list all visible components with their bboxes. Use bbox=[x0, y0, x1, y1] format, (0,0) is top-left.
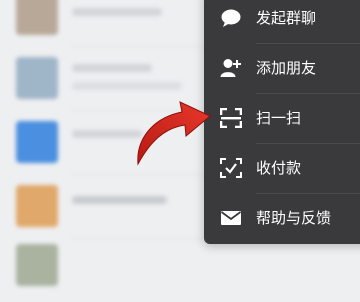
menu-item-receive-payment[interactable]: 收付款 bbox=[204, 143, 360, 193]
avatar bbox=[16, 121, 58, 163]
chat-row[interactable] bbox=[0, 238, 360, 302]
menu-item-start-group-chat[interactable]: 发起群聊 bbox=[204, 0, 360, 43]
mail-icon bbox=[220, 211, 242, 225]
menu-item-label: 扫一扫 bbox=[256, 109, 302, 127]
avatar bbox=[16, 185, 58, 227]
plus-popup-menu: 发起群聊 添加朋友 扫一扫 收付款 帮助与反馈 bbox=[204, 0, 360, 244]
menu-item-scan[interactable]: 扫一扫 bbox=[204, 93, 360, 143]
menu-item-help-feedback[interactable]: 帮助与反馈 bbox=[204, 193, 360, 243]
scan-icon bbox=[220, 108, 242, 128]
add-friend-icon bbox=[220, 59, 241, 77]
chat-name-placeholder bbox=[72, 8, 162, 16]
avatar bbox=[16, 57, 58, 99]
chat-name-placeholder bbox=[72, 64, 152, 72]
menu-item-add-friend[interactable]: 添加朋友 bbox=[204, 43, 360, 93]
red-curved-arrow-icon bbox=[137, 101, 211, 166]
chat-bubble-icon bbox=[221, 9, 241, 27]
menu-item-label: 添加朋友 bbox=[256, 59, 317, 77]
avatar bbox=[16, 244, 58, 286]
menu-item-label: 发起群聊 bbox=[256, 9, 317, 27]
chat-name-placeholder bbox=[72, 196, 167, 204]
chat-preview-placeholder bbox=[72, 82, 182, 90]
menu-item-label: 帮助与反馈 bbox=[256, 209, 332, 227]
avatar bbox=[16, 0, 58, 35]
payment-scan-icon bbox=[220, 158, 242, 178]
menu-item-label: 收付款 bbox=[256, 159, 302, 177]
